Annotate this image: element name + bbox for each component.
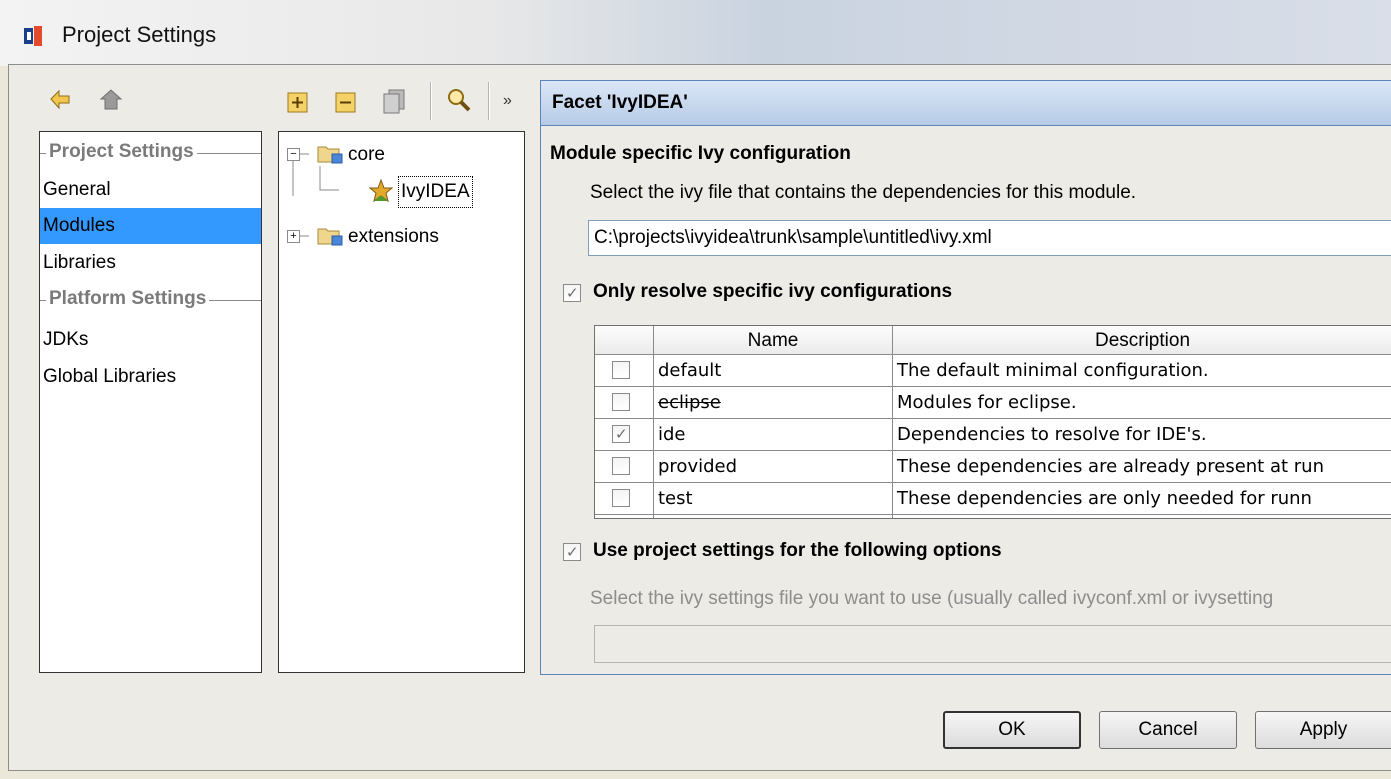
tree-expander-extensions[interactable]: +	[287, 230, 300, 243]
config-description: Dependencies to resolve for IDE's.	[897, 424, 1207, 445]
forward-arrow-icon[interactable]	[99, 87, 125, 113]
column-header-description[interactable]: Description	[893, 330, 1391, 352]
table-row[interactable]: provided These dependencies are already …	[595, 451, 1391, 483]
copy-icon[interactable]	[381, 88, 407, 114]
toolbar-separator	[430, 82, 432, 120]
remove-icon[interactable]	[333, 90, 359, 116]
row-checkbox[interactable]	[612, 489, 630, 507]
table-row[interactable]: eclipse Modules for eclipse.	[595, 387, 1391, 419]
ivy-settings-path-field[interactable]	[594, 625, 1391, 663]
config-name: provided	[658, 456, 738, 477]
config-name: default	[658, 360, 722, 381]
tree-node-core[interactable]: core	[348, 138, 385, 172]
ivyidea-facet-icon	[369, 179, 393, 203]
module-tree: − core IvyIDEA + extensions	[278, 131, 525, 673]
tree-node-extensions[interactable]: extensions	[348, 220, 439, 254]
cancel-button[interactable]: Cancel	[1099, 711, 1237, 749]
module-folder-icon	[317, 228, 343, 246]
table-header: Name Description	[595, 326, 1391, 355]
config-description: These dependencies are only needed for r…	[897, 488, 1312, 509]
category-item-libraries[interactable]: Libraries	[40, 245, 261, 281]
facet-title: Facet 'IvyIDEA'	[552, 92, 688, 113]
category-item-modules[interactable]: Modules	[40, 208, 261, 244]
column-header-name[interactable]: Name	[654, 330, 892, 352]
table-row[interactable]: test These dependencies are only needed …	[595, 483, 1391, 515]
ivy-configurations-table: Name Description default The default min…	[594, 325, 1391, 519]
config-name: ide	[658, 424, 686, 445]
config-name: test	[658, 488, 693, 509]
config-description: Modules for eclipse.	[897, 392, 1077, 413]
row-checkbox[interactable]	[612, 361, 630, 379]
row-checkbox[interactable]: ✓	[612, 425, 630, 443]
module-folder-icon	[317, 146, 343, 164]
row-checkbox[interactable]	[612, 457, 630, 475]
category-item-general[interactable]: General	[40, 172, 261, 208]
use-project-settings-label[interactable]: Use project settings for the following o…	[593, 540, 1002, 562]
find-usages-icon[interactable]	[446, 87, 472, 113]
config-name: eclipse	[658, 392, 721, 413]
ivy-file-prompt: Select the ivy file that contains the de…	[590, 182, 1137, 203]
ok-button[interactable]: OK	[943, 711, 1081, 749]
ivy-file-path-field[interactable]: C:\projects\ivyidea\trunk\sample\untitle…	[588, 220, 1391, 256]
intellij-logo-icon	[24, 26, 42, 46]
settings-file-prompt: Select the ivy settings file you want to…	[590, 588, 1274, 609]
table-row[interactable]: default The default minimal configuratio…	[595, 355, 1391, 387]
row-checkbox[interactable]	[612, 393, 630, 411]
config-description: The default minimal configuration.	[897, 360, 1209, 381]
only-resolve-checkbox[interactable]: ✓	[563, 284, 581, 302]
facet-header: Facet 'IvyIDEA'	[541, 81, 1391, 126]
use-project-settings-checkbox[interactable]: ✓	[563, 543, 581, 561]
settings-category-list: Project Settings General Modules Librari…	[39, 131, 262, 673]
toolbar-overflow-button[interactable]: »	[503, 92, 512, 110]
table-row[interactable]: ✓ ide Dependencies to resolve for IDE's.	[595, 419, 1391, 451]
category-header-project: Project Settings	[40, 136, 261, 170]
category-header-label: Project Settings	[46, 141, 197, 163]
tree-expander-core[interactable]: −	[287, 148, 300, 161]
section-title-module-config: Module specific Ivy configuration	[550, 143, 851, 164]
only-resolve-label[interactable]: Only resolve specific ivy configurations	[593, 281, 952, 303]
add-icon[interactable]	[285, 90, 311, 116]
title-bar: Project Settings	[0, 0, 1391, 66]
apply-button[interactable]: Apply	[1255, 711, 1391, 749]
config-description: These dependencies are already present a…	[897, 456, 1324, 477]
category-item-global-libraries[interactable]: Global Libraries	[40, 359, 261, 395]
category-header-label: Platform Settings	[46, 288, 210, 310]
category-header-platform: Platform Settings	[40, 283, 261, 317]
tree-node-ivyidea[interactable]: IvyIDEA	[398, 176, 473, 208]
toolbar-separator	[488, 82, 490, 120]
back-arrow-icon[interactable]	[47, 87, 73, 113]
category-item-jdks[interactable]: JDKs	[40, 322, 261, 358]
window-title: Project Settings	[62, 22, 217, 47]
